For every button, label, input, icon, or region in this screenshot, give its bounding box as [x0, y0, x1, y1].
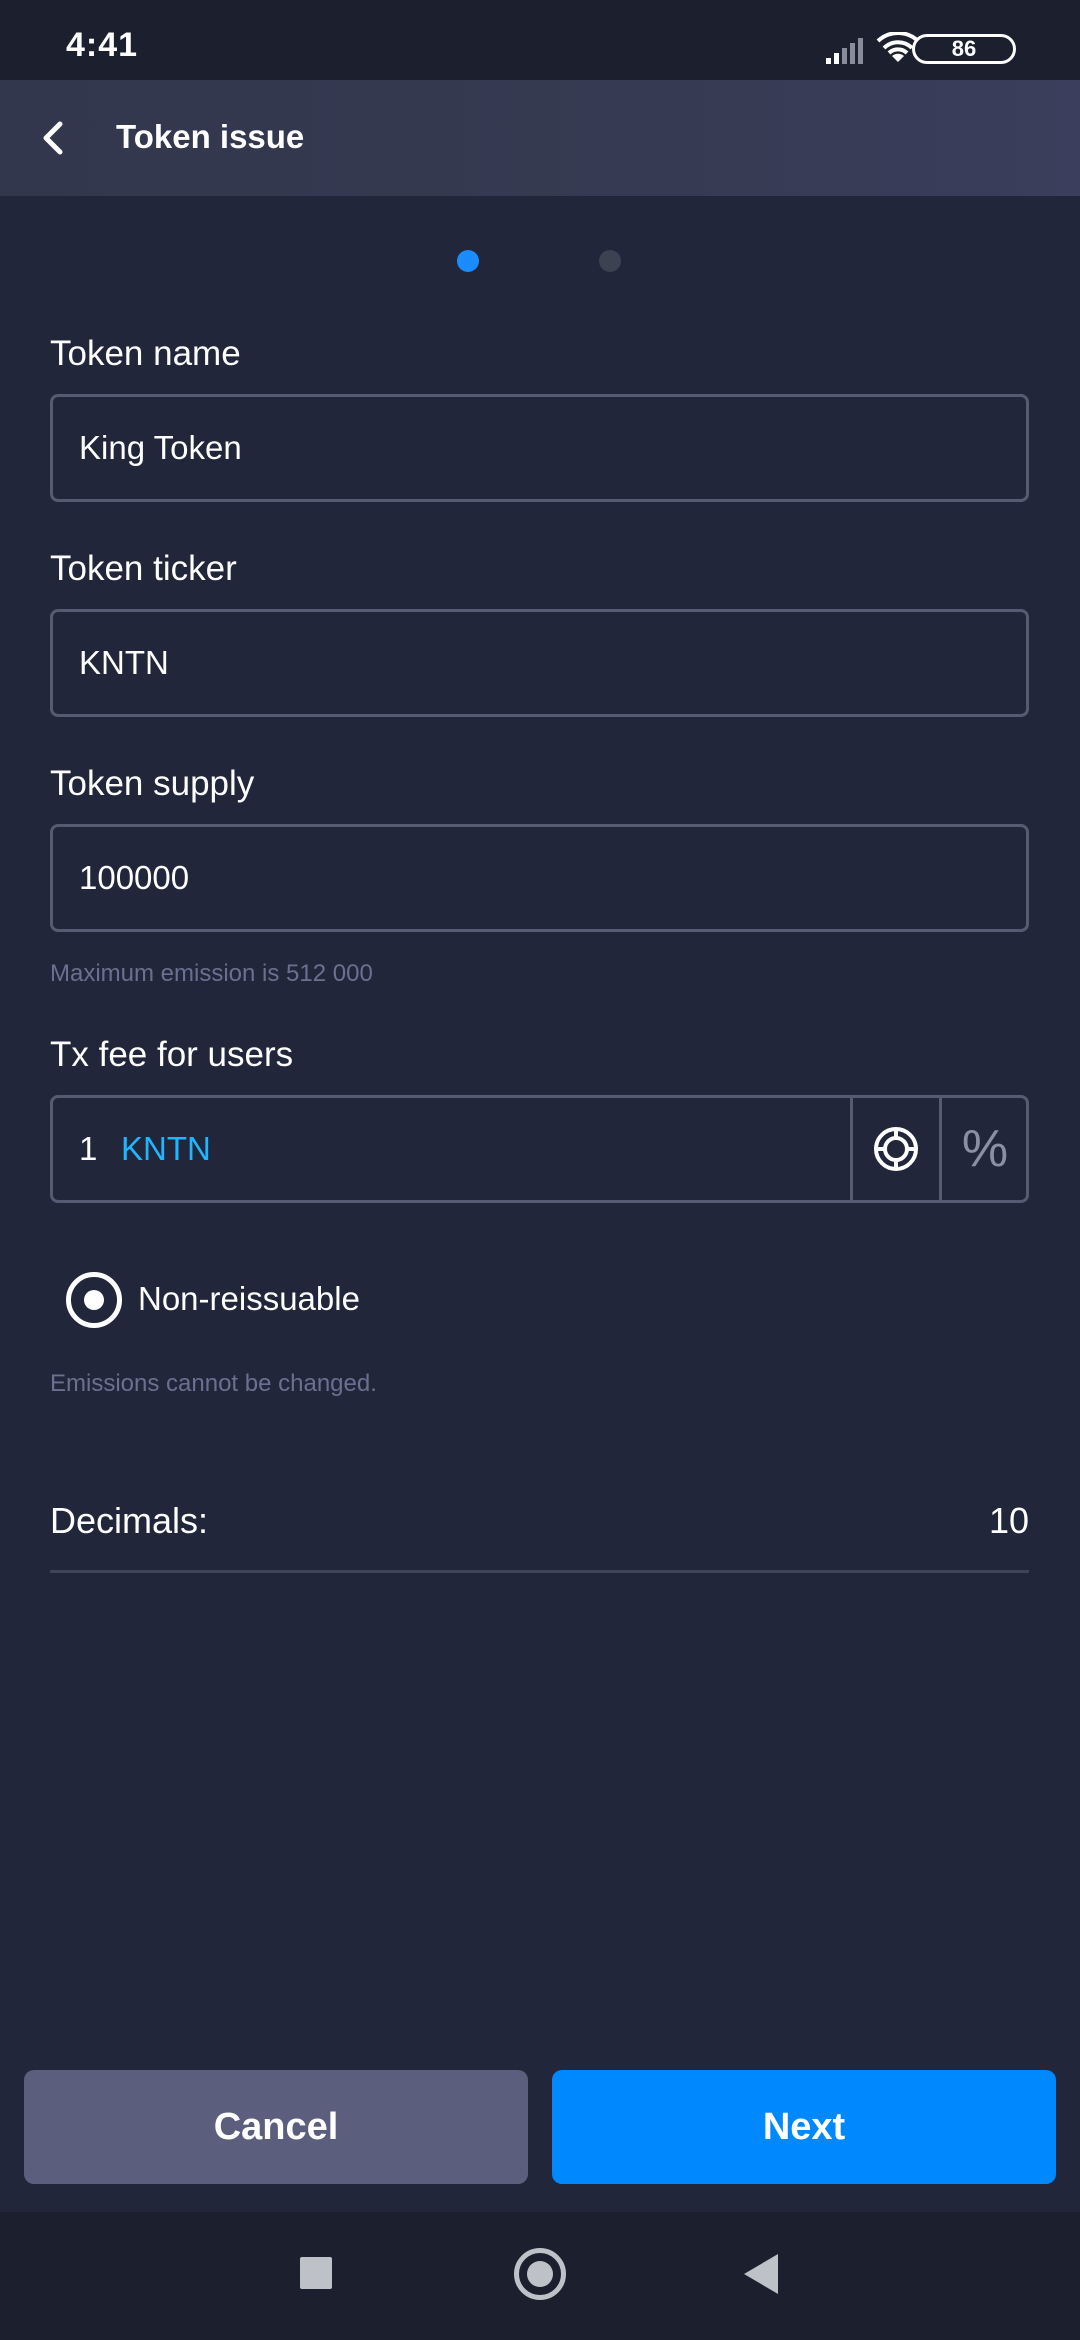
radio-selected-icon[interactable]: [66, 1272, 122, 1328]
token-supply-label: Token supply: [50, 764, 255, 803]
token-ticker-input[interactable]: KNTN: [79, 612, 169, 714]
decimals-row[interactable]: Decimals: 10: [50, 1490, 1029, 1573]
step-dot-2: [599, 250, 621, 272]
home-icon[interactable]: [514, 2248, 566, 2300]
next-button[interactable]: Next: [552, 2070, 1056, 2184]
token-unit-toggle[interactable]: [853, 1098, 939, 1200]
recent-apps-icon[interactable]: [300, 2257, 332, 2289]
token-name-input[interactable]: King Token: [79, 397, 242, 499]
token-supply-hint: Maximum emission is 512 000: [50, 960, 373, 987]
token-supply-field[interactable]: 100000: [50, 824, 1029, 932]
step-dot-1: [457, 250, 479, 272]
tx-fee-unit: KNTN: [121, 1130, 211, 1167]
token-name-field[interactable]: King Token: [50, 394, 1029, 502]
battery-icon: 86: [912, 34, 1016, 64]
back-icon[interactable]: [744, 2254, 778, 2294]
decimals-label: Decimals:: [50, 1500, 209, 1541]
status-icons: 86: [826, 30, 1016, 70]
token-supply-input[interactable]: 100000: [79, 827, 189, 929]
top-app-bar: Token issue: [0, 80, 1080, 196]
reissuable-hint: Emissions cannot be changed.: [50, 1370, 377, 1397]
status-bar: 4:41 86: [0, 0, 1080, 80]
step-indicator: [0, 250, 1080, 274]
tx-fee-label: Tx fee for users: [50, 1035, 294, 1074]
page-title: Token issue: [116, 118, 305, 155]
percent-toggle[interactable]: %: [942, 1098, 1028, 1200]
tx-fee-input[interactable]: 1: [79, 1098, 97, 1200]
cancel-button[interactable]: Cancel: [24, 2070, 528, 2184]
percent-icon: %: [961, 1120, 1009, 1178]
signal-icon: [826, 38, 863, 64]
status-time: 4:41: [66, 26, 139, 64]
token-coin-icon: [874, 1127, 918, 1171]
chevron-left-icon: [43, 121, 63, 155]
token-name-label: Token name: [50, 334, 241, 373]
decimals-value: 10: [988, 1500, 1029, 1541]
system-nav-bar: [0, 2212, 1080, 2340]
token-ticker-label: Token ticker: [50, 549, 237, 588]
back-button[interactable]: [22, 102, 94, 174]
non-reissuable-label: Non-reissuable: [138, 1280, 360, 1317]
tx-fee-field: 1 KNTN %: [50, 1095, 1029, 1203]
token-ticker-field[interactable]: KNTN: [50, 609, 1029, 717]
